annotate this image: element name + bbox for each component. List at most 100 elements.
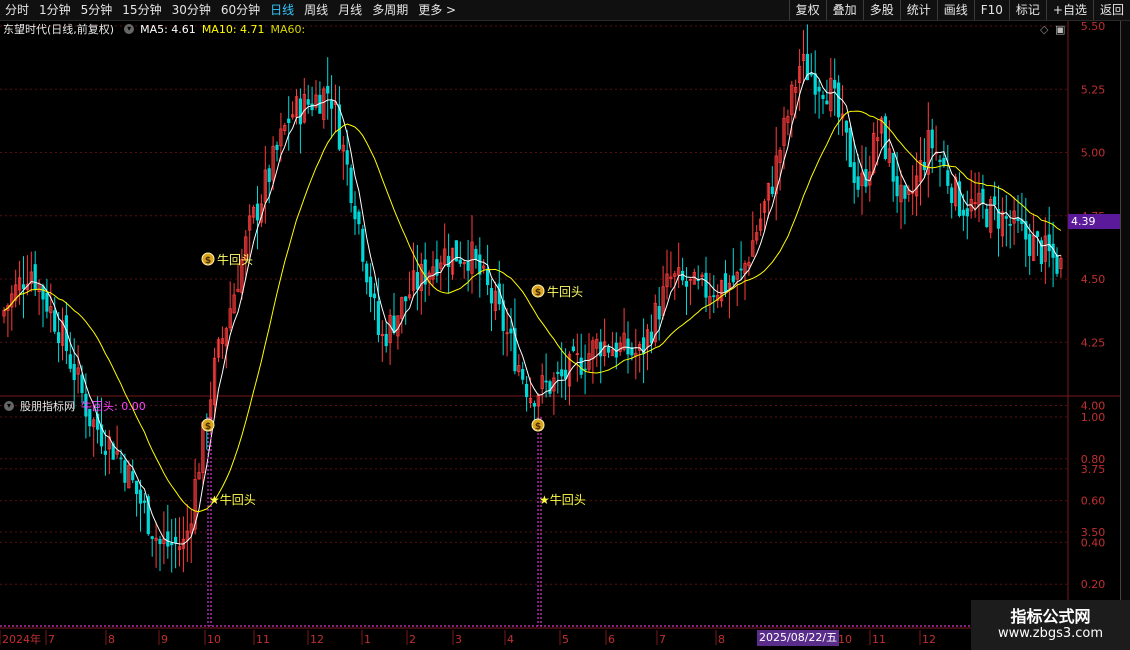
candle-body: [376, 301, 381, 335]
candle-body: [723, 273, 728, 293]
right-info-strip[interactable]: [1120, 21, 1130, 650]
settings-circle-icon[interactable]: ▾: [124, 24, 135, 34]
candle-body: [150, 536, 154, 539]
candle-body: [485, 268, 490, 286]
indicator-tick-label: 0.40: [1081, 536, 1106, 549]
candle-body: [579, 357, 583, 375]
main-chart-header: 东望时代(日线,前复权) ▾ MA5: 4.61 MA10: 4.71 MA60…: [0, 21, 311, 37]
price-tick-label: 4.25: [1081, 336, 1106, 349]
price-tick-label: 4.50: [1081, 273, 1106, 286]
candle-body: [684, 280, 689, 287]
candle-body: [310, 103, 314, 111]
candle-body: [166, 531, 170, 547]
candle-body: [119, 457, 123, 460]
candle-body: [1028, 234, 1032, 256]
candle-body: [489, 288, 494, 304]
candle-body: [45, 292, 49, 312]
candle-body: [712, 295, 716, 298]
candle-body: [930, 129, 934, 149]
candle-body: [649, 331, 654, 344]
candle-body: [521, 368, 525, 380]
candle-body: [353, 205, 357, 220]
candle-body: [1035, 231, 1040, 237]
watermark-title: 指标公式网: [1010, 607, 1091, 626]
indicator-value: 牛回头: 0.00: [81, 400, 146, 413]
date-label: 2: [409, 633, 416, 646]
candle-body: [848, 127, 852, 168]
candle-body: [361, 228, 365, 262]
indicator-name[interactable]: 股朋指标网: [20, 398, 75, 414]
candle-body: [131, 471, 135, 481]
candle-body: [372, 293, 377, 299]
date-label: 4: [507, 633, 514, 646]
candle-body: [844, 120, 849, 133]
candle-body: [267, 168, 271, 183]
date-label: 2024年: [2, 632, 41, 646]
signal-star-label: ★牛回头: [209, 492, 256, 507]
candle-body: [903, 185, 907, 199]
candle-body: [825, 100, 829, 105]
signal-star-label: ★牛回头: [539, 492, 586, 507]
candle-body: [404, 296, 408, 302]
diamond-icon: ◇: [1040, 23, 1049, 36]
date-label: 11: [872, 633, 886, 646]
candle-body: [123, 460, 127, 483]
candle-body: [33, 264, 37, 290]
candle-body: [1016, 218, 1020, 221]
indicator-tick-label: 0.20: [1081, 578, 1106, 591]
date-label: 9: [161, 633, 168, 646]
candle-body: [993, 196, 997, 205]
candle-body: [53, 310, 57, 332]
ma10-label: MA10: 4.71: [201, 22, 265, 36]
candle-body: [599, 341, 603, 357]
indicator-header: ▾ 股朋指标网 牛回头: 0.00: [0, 398, 152, 414]
candle-body: [1008, 223, 1012, 226]
date-label: 3: [455, 633, 462, 646]
candle-body: [458, 259, 462, 264]
candle-body: [173, 536, 178, 544]
candle-body: [357, 211, 361, 225]
candle-body: [817, 86, 821, 92]
candle-body: [883, 116, 888, 159]
date-label: 10: [838, 633, 852, 646]
candle-body: [965, 208, 969, 217]
candle-body: [852, 162, 856, 183]
date-label: 10: [207, 633, 221, 646]
candle-body: [606, 347, 611, 353]
price-tick-label: 5.00: [1081, 147, 1106, 160]
candle-body: [938, 159, 942, 162]
price-tick-label: 5.25: [1081, 83, 1106, 96]
watermark-url: www.zbgs3.com: [997, 626, 1104, 641]
date-label: 12: [922, 633, 936, 646]
candle-body: [1055, 254, 1059, 274]
candle-body: [946, 170, 950, 186]
candle-body: [981, 188, 985, 204]
candle-body: [474, 248, 478, 260]
candle-body: [142, 500, 146, 503]
candle-body: [731, 275, 735, 283]
candle-body: [583, 368, 587, 371]
kline-chart[interactable]: 5.505.255.004.754.504.254.003.753.501.00…: [0, 0, 1120, 650]
candle-body: [525, 383, 529, 398]
price-tick-label: 5.50: [1081, 20, 1106, 33]
stock-title[interactable]: 东望时代(日线,前复权): [3, 21, 114, 37]
ma10-line: [3, 110, 1062, 513]
candle-body: [21, 284, 26, 290]
candle-body: [275, 144, 279, 150]
indicator-settings-icon[interactable]: ▾: [4, 401, 14, 411]
candle-body: [509, 328, 513, 334]
candle-body: [365, 263, 369, 283]
candle-body: [626, 338, 630, 355]
candle-body: [681, 270, 685, 281]
date-label: 8: [718, 633, 725, 646]
panel-toggle-icon: ▣: [1055, 23, 1065, 36]
indicator-tick-label: 0.80: [1081, 453, 1106, 466]
candle-body: [739, 268, 743, 271]
candle-body: [57, 332, 61, 344]
candle-body: [560, 369, 564, 377]
candle-body: [446, 255, 451, 268]
candle-body: [1047, 234, 1051, 252]
candle-body: [41, 285, 45, 300]
candle-body: [103, 450, 107, 455]
ma60-label: MA60:: [270, 22, 306, 36]
